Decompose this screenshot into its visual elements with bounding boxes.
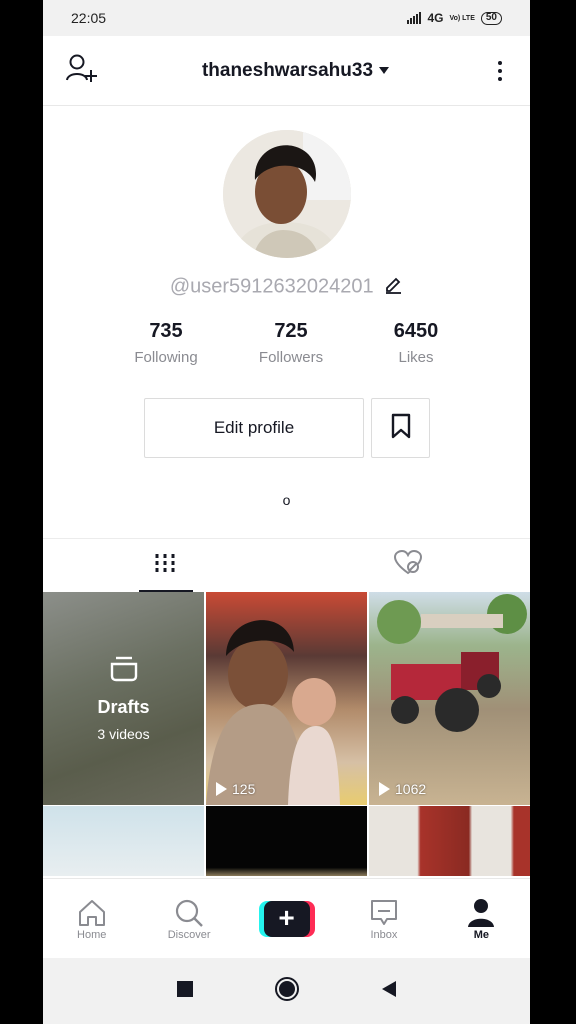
status-bar: 22:05 4G Vo) LTE 50	[43, 0, 530, 36]
person-icon	[467, 897, 495, 929]
nav-home-label: Home	[77, 928, 107, 941]
drafts-title: Drafts	[97, 696, 150, 717]
edit-profile-button[interactable]: Edit profile	[144, 398, 364, 458]
network-type: 4G	[427, 11, 444, 25]
favorites-button[interactable]	[371, 398, 430, 458]
play-icon	[379, 782, 390, 796]
home-button-icon[interactable]	[274, 976, 300, 1007]
search-icon	[174, 897, 204, 929]
nav-me[interactable]: Me	[433, 879, 530, 958]
play-icon	[216, 782, 227, 796]
home-icon	[77, 897, 107, 929]
add-friend-icon[interactable]	[65, 53, 99, 88]
play-count: 1062	[379, 781, 426, 797]
profile-actions: Edit profile	[144, 398, 430, 458]
profile-header: thaneshwarsahu33	[43, 36, 530, 106]
bookmark-icon	[390, 413, 412, 444]
stat-label: Following	[134, 349, 198, 366]
battery-icon: 50	[480, 11, 502, 25]
stat-value: 735	[149, 320, 183, 342]
stat-value: 725	[274, 320, 308, 342]
chevron-down-icon	[379, 67, 390, 74]
user-handle[interactable]: @user5912632024201	[43, 274, 530, 300]
volte-icon: Vo) LTE	[449, 14, 475, 22]
play-count-value: 125	[232, 781, 256, 797]
play-count-value: 1062	[395, 781, 427, 797]
stat-following[interactable]: 735 Following	[111, 320, 221, 366]
nav-inbox[interactable]: Inbox	[335, 879, 432, 958]
stat-label: Followers	[258, 349, 324, 366]
video-thumbnail[interactable]: 125	[206, 592, 367, 805]
back-icon[interactable]	[380, 980, 398, 1003]
profile-stats: 735 Following 725 Followers 6450 Likes	[111, 320, 471, 366]
bottom-nav: Home Discover + Inbox Me	[43, 878, 530, 958]
avatar[interactable]	[223, 130, 351, 258]
grid-icon	[153, 551, 177, 580]
video-thumbnail[interactable]: 1062	[369, 592, 530, 805]
nav-create[interactable]: +	[238, 879, 335, 958]
system-nav-bar	[43, 958, 530, 1024]
nav-discover[interactable]: Discover	[140, 879, 237, 958]
recent-apps-icon[interactable]	[176, 980, 194, 1003]
more-options-icon[interactable]	[492, 60, 508, 81]
stat-label: Likes	[398, 349, 434, 366]
handle-text: @user5912632024201	[169, 275, 374, 298]
drafts-tile[interactable]: Drafts 3 videos	[43, 592, 204, 805]
nav-me-label: Me	[473, 928, 489, 941]
hidden-heart-icon	[393, 549, 423, 581]
profile-bio: o	[282, 492, 291, 508]
drafts-icon	[110, 656, 138, 687]
signal-icon	[407, 12, 422, 24]
video-thumbnail[interactable]	[369, 806, 530, 876]
nav-discover-label: Discover	[167, 928, 211, 941]
nav-inbox-label: Inbox	[370, 928, 398, 941]
content-tabs	[43, 538, 530, 592]
tab-liked[interactable]	[287, 539, 531, 592]
status-time: 22:05	[71, 10, 107, 26]
create-button[interactable]: +	[258, 900, 315, 937]
status-icons: 4G Vo) LTE 50	[407, 11, 502, 25]
video-grid: Drafts 3 videos 125 1062	[43, 592, 530, 876]
account-switcher[interactable]: thaneshwarsahu33	[201, 59, 390, 82]
username-title: thaneshwarsahu33	[201, 59, 374, 81]
video-thumbnail[interactable]	[206, 806, 367, 876]
inbox-icon	[369, 897, 399, 929]
play-count: 125	[216, 781, 255, 797]
edit-pencil-icon[interactable]	[383, 274, 403, 300]
nav-home[interactable]: Home	[43, 879, 140, 958]
plus-icon: +	[263, 900, 310, 937]
stat-likes[interactable]: 6450 Likes	[361, 320, 471, 366]
stat-followers[interactable]: 725 Followers	[236, 320, 346, 366]
stat-value: 6450	[393, 320, 439, 342]
phone-screen: 22:05 4G Vo) LTE 50 thaneshwarsahu33 @us…	[43, 0, 530, 1024]
tab-videos[interactable]	[43, 539, 287, 592]
video-thumbnail[interactable]	[43, 806, 204, 876]
drafts-count: 3 videos	[97, 725, 150, 742]
